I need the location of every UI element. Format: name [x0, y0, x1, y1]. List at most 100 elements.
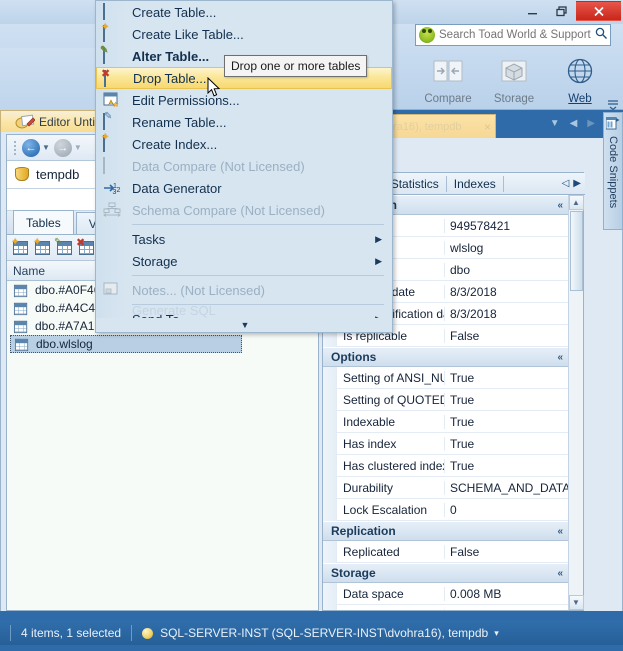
- table-icon: [14, 337, 30, 352]
- property-row[interactable]: Setting of QUOTED_IDE True: [323, 388, 569, 411]
- row-gutter: [323, 498, 337, 521]
- forward-dropdown-caret-icon[interactable]: ▼: [74, 143, 82, 152]
- menu-item-label: Alter Table...: [132, 48, 210, 64]
- menu-item-label: Create Table...: [132, 4, 217, 20]
- ribbon-button-storage[interactable]: Storage: [485, 50, 543, 105]
- property-value: False: [450, 328, 480, 343]
- close-button[interactable]: [576, 1, 621, 21]
- svg-text:2: 2: [117, 187, 121, 194]
- property-name: Has clustered index: [337, 458, 445, 473]
- list-item-selected[interactable]: dbo.wlslog: [10, 335, 242, 353]
- property-group-header[interactable]: Replication «: [323, 521, 569, 541]
- forward-button[interactable]: →: [52, 137, 74, 159]
- create-like-table-icon[interactable]: ✦: [33, 238, 52, 256]
- property-group-header[interactable]: Storage «: [323, 563, 569, 583]
- tabstrip-scroll-buttons: ◁ ▶: [562, 178, 585, 189]
- collapse-chevron-icon[interactable]: «: [557, 568, 563, 579]
- collapse-chevron-icon[interactable]: «: [557, 352, 563, 363]
- context-menu[interactable]: Create Table... ✦ Create Like Table... ✎…: [95, 0, 393, 333]
- property-value: PRIMARY: [445, 609, 569, 611]
- collapse-chevron-icon[interactable]: «: [557, 526, 563, 537]
- mdi-tab-prev-icon[interactable]: ◀: [570, 118, 578, 129]
- back-dropdown-caret-icon[interactable]: ▼: [42, 143, 50, 152]
- property-group-title: Replication: [331, 524, 396, 538]
- property-row[interactable]: Has index True: [323, 432, 569, 455]
- mdi-tab-tempdb[interactable]: ra16), tempdb ×: [386, 114, 496, 138]
- menu-scroll-down-icon: ▼: [240, 320, 250, 330]
- property-row[interactable]: Lock Escalation 0: [323, 498, 569, 521]
- menu-item-create-index[interactable]: ✦ Create Index...: [96, 133, 392, 155]
- property-value: True: [450, 458, 475, 473]
- toad-frog-icon: [419, 27, 435, 43]
- property-row[interactable]: Replicated False: [323, 540, 569, 563]
- mdi-tab-next-icon[interactable]: ▶: [587, 118, 595, 129]
- scrollbar-thumb[interactable]: [569, 211, 583, 291]
- property-row[interactable]: Indexable True: [323, 410, 569, 433]
- property-name: Lock Escalation: [337, 502, 445, 517]
- status-connection-text[interactable]: SQL-SERVER-INST (SQL-SERVER-INST\dvohra1…: [160, 626, 488, 640]
- property-row[interactable]: Setting of ANSI_NULLS True: [323, 366, 569, 389]
- property-value: True: [450, 370, 475, 385]
- search-box[interactable]: [415, 24, 611, 46]
- row-gutter: [323, 476, 337, 499]
- status-dropdown-caret-icon[interactable]: ▾: [494, 628, 499, 639]
- screen-root: Compare Storage: [0, 0, 623, 651]
- status-bar: 4 items, 1 selected SQL-SERVER-INST (SQL…: [0, 615, 623, 651]
- menu-item-data-generator[interactable]: 1 3 2 Data Generator: [96, 177, 392, 199]
- schema-compare-icon: [103, 202, 121, 218]
- property-row[interactable]: Durability SCHEMA_AND_DATA: [323, 476, 569, 499]
- alter-table-icon: ✎: [100, 45, 120, 64]
- create-index-icon: ✦: [101, 133, 120, 152]
- property-row[interactable]: Data space 0.008 MB: [323, 582, 569, 605]
- menu-item-schema-compare: Schema Compare (Not Licensed): [96, 199, 392, 221]
- menu-item-create-like-table[interactable]: ✦ Create Like Table...: [96, 23, 392, 45]
- row-gutter: [323, 366, 337, 389]
- tab-indexes[interactable]: Indexes: [447, 175, 504, 192]
- code-snippets-panel-tab[interactable]: Code Snippets: [603, 112, 623, 230]
- status-separator: [10, 625, 11, 641]
- minimize-button[interactable]: [518, 1, 547, 21]
- ribbon-button-web[interactable]: Web: [551, 50, 609, 105]
- property-group-header[interactable]: Options «: [323, 347, 569, 367]
- tab-tables[interactable]: Tables: [13, 210, 74, 234]
- search-input[interactable]: [435, 28, 595, 42]
- window-controls: [518, 1, 621, 21]
- storage-box-icon: [485, 50, 543, 92]
- toolbar-grip[interactable]: [11, 139, 18, 157]
- property-row[interactable]: Has clustered index True: [323, 454, 569, 477]
- tab-statistics[interactable]: Statistics: [384, 175, 447, 192]
- mdi-tab-close-icon[interactable]: ×: [484, 120, 491, 134]
- menu-item-rename-table[interactable]: ✎ Rename Table...: [96, 111, 392, 133]
- application-window: Compare Storage: [0, 0, 623, 651]
- property-row[interactable]: Filegroup PRIMARY: [323, 604, 569, 611]
- scroll-up-icon[interactable]: ▲: [568, 195, 584, 210]
- row-gutter: [323, 540, 337, 563]
- property-value: True: [450, 392, 475, 407]
- mdi-tab-dropdown-icon[interactable]: ▼: [550, 118, 560, 129]
- property-value: 949578421: [450, 218, 511, 233]
- scroll-down-icon[interactable]: ▼: [568, 595, 584, 610]
- tabstrip-scroll-right-icon[interactable]: ▶: [573, 178, 581, 189]
- drop-table-icon[interactable]: ✖: [76, 237, 96, 256]
- menu-item-label: Tasks: [132, 231, 166, 247]
- back-button[interactable]: ←: [20, 137, 42, 159]
- menu-item-create-table[interactable]: Create Table...: [96, 1, 392, 23]
- ribbon-button-compare[interactable]: Compare: [419, 50, 477, 105]
- compare-icon: [419, 50, 477, 92]
- property-group-title: Options: [331, 350, 377, 364]
- alter-table-icon[interactable]: ✎: [54, 237, 74, 256]
- search-icon[interactable]: [595, 27, 608, 43]
- mdi-tab-nav: ▼ ◀ ▶: [550, 118, 595, 129]
- collapse-chevron-icon[interactable]: «: [557, 200, 563, 211]
- properties-scrollbar[interactable]: ▲ ▼: [568, 195, 584, 610]
- menu-item-storage[interactable]: Storage ▶: [96, 250, 392, 272]
- menu-item-edit-permissions[interactable]: Edit Permissions...: [96, 89, 392, 111]
- create-table-icon[interactable]: ✦: [11, 238, 30, 256]
- property-name: Replicated: [337, 544, 445, 559]
- tabstrip-scroll-left-icon[interactable]: ◁: [562, 178, 570, 189]
- menu-scroll-down-button[interactable]: ▼: [96, 318, 392, 332]
- menu-item-partial-hidden: Generate SQL: [132, 303, 216, 318]
- menu-item-tasks[interactable]: Tasks ▶: [96, 228, 392, 250]
- property-name: Has index: [337, 436, 445, 451]
- restore-button[interactable]: [547, 1, 576, 21]
